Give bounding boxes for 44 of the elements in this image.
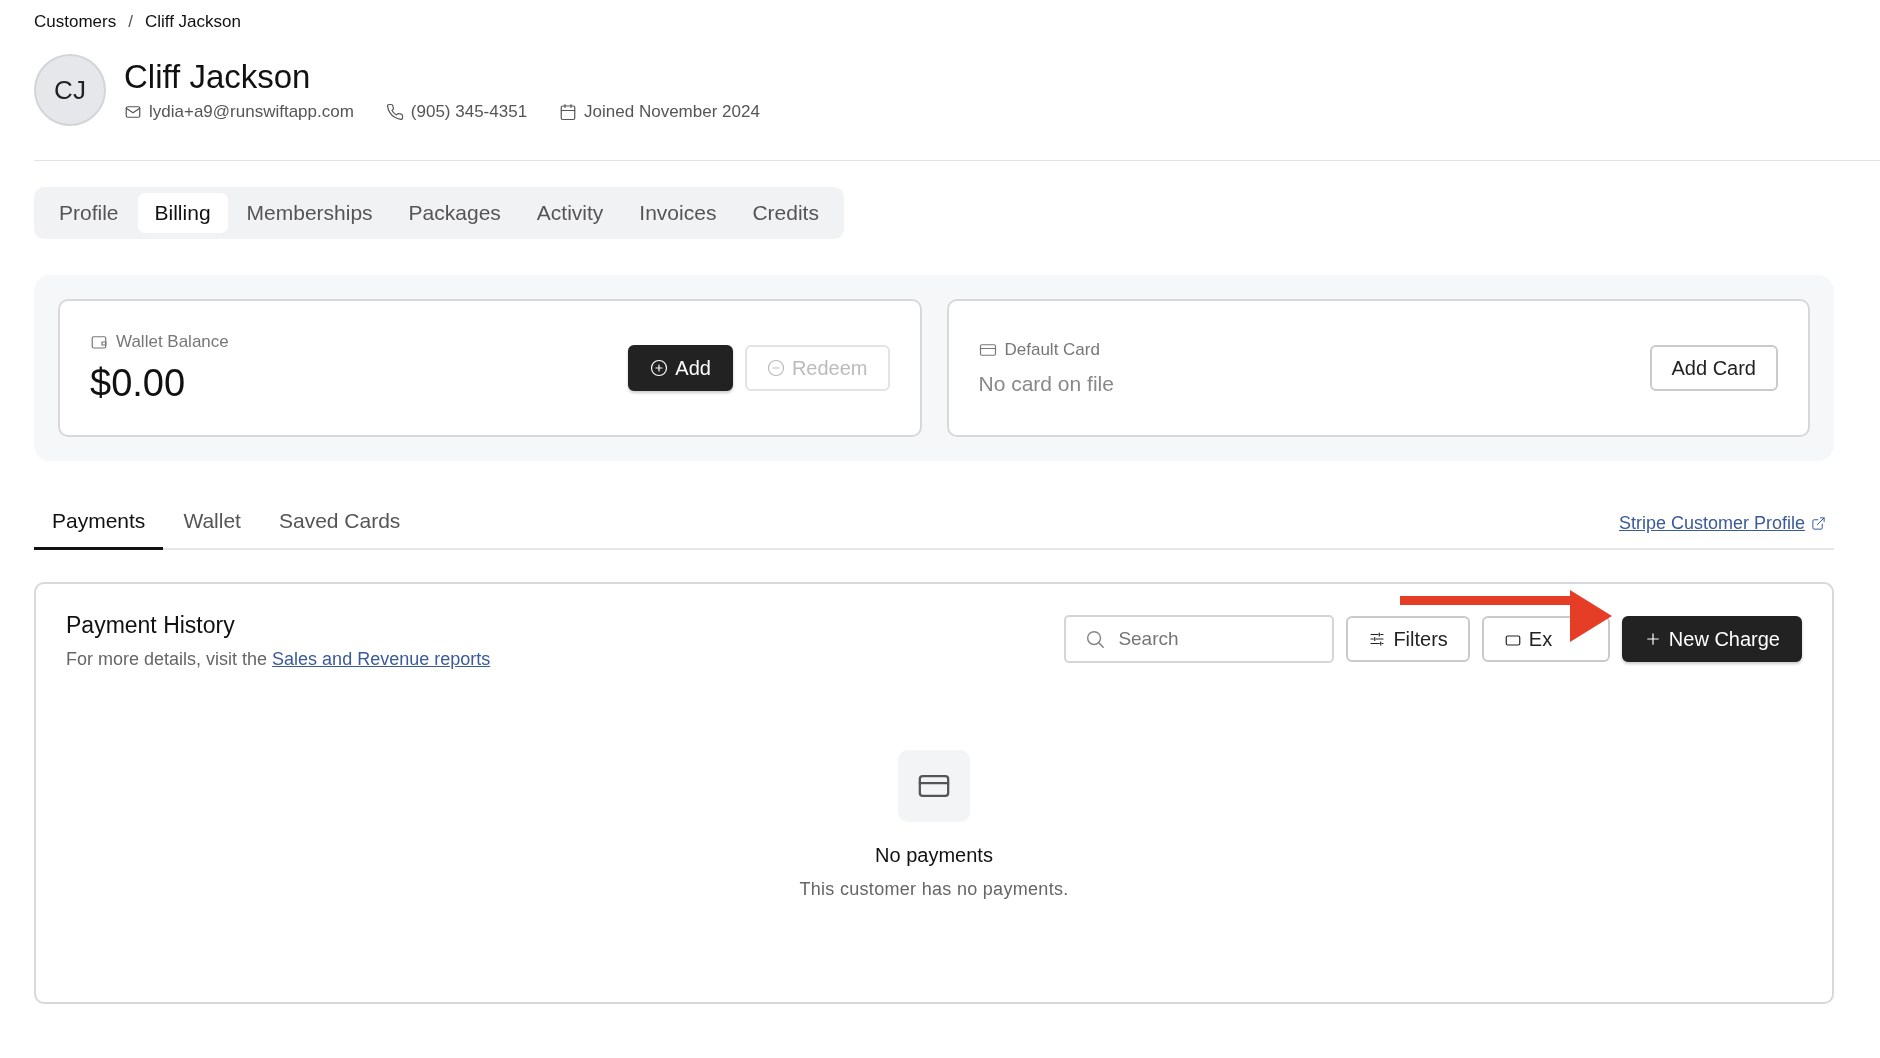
tab[interactable]: Saved Cards	[260, 499, 419, 550]
tab[interactable]: Activity	[519, 193, 621, 233]
sliders-icon	[1368, 630, 1387, 648]
avatar: CJ	[34, 54, 106, 126]
export-button[interactable]: Ex	[1481, 616, 1610, 662]
customer-email: lydia+a9@runswiftapp.com	[149, 102, 354, 122]
add-card-button[interactable]: Add Card	[1649, 345, 1778, 391]
filters-button[interactable]: Filters	[1346, 616, 1470, 662]
customer-name: Cliff Jackson	[124, 58, 312, 96]
no-card-text: No card on file	[978, 372, 1114, 396]
section-title: Payment History	[66, 612, 236, 639]
tab[interactable]: Invoices	[622, 193, 734, 233]
joined-date: Joined November 2024	[584, 102, 760, 122]
customer-phone: (905) 345-4351	[410, 102, 528, 122]
tab[interactable]: Profile	[42, 193, 136, 233]
search-input[interactable]: Search	[1116, 627, 1315, 651]
new-charge-button[interactable]: New Charge	[1621, 616, 1802, 662]
tab[interactable]: Payments	[34, 499, 164, 550]
add-button[interactable]: Add	[628, 345, 733, 391]
breadcrumb-link[interactable]: Customers	[34, 12, 117, 32]
reports-link[interactable]: Sales and Revenue reports	[272, 649, 491, 669]
tab[interactable]: Wallet	[165, 499, 259, 550]
search-icon	[1084, 628, 1107, 650]
minus-circle-icon	[766, 359, 785, 377]
default-card-label: Default Card	[1004, 340, 1100, 360]
tab[interactable]: Packages	[391, 193, 518, 233]
tab[interactable]: Billing	[137, 193, 228, 233]
phone-icon	[385, 103, 404, 121]
credit-card-icon	[978, 341, 997, 359]
empty-title: No payments	[875, 844, 993, 867]
stripe-profile-link[interactable]: Stripe Customer Profile	[1618, 513, 1805, 534]
breadcrumb-separator: /	[128, 12, 133, 32]
wallet-label: Wallet Balance	[116, 331, 229, 352]
wallet-amount: $0.00	[90, 361, 187, 405]
plus-circle-icon	[650, 359, 669, 377]
mail-icon	[124, 103, 142, 121]
calendar-icon	[559, 103, 578, 121]
tab[interactable]: Credits	[735, 193, 836, 233]
empty-text: This customer has no payments.	[799, 879, 1069, 900]
external-link-icon	[1811, 516, 1826, 531]
section-subtitle: For more details, visit the Sales and Revenue reports	[66, 649, 491, 670]
search-field[interactable]: Search	[1064, 615, 1335, 663]
tab[interactable]: Memberships	[229, 193, 390, 233]
breadcrumb-current: Cliff Jackson	[144, 12, 241, 32]
